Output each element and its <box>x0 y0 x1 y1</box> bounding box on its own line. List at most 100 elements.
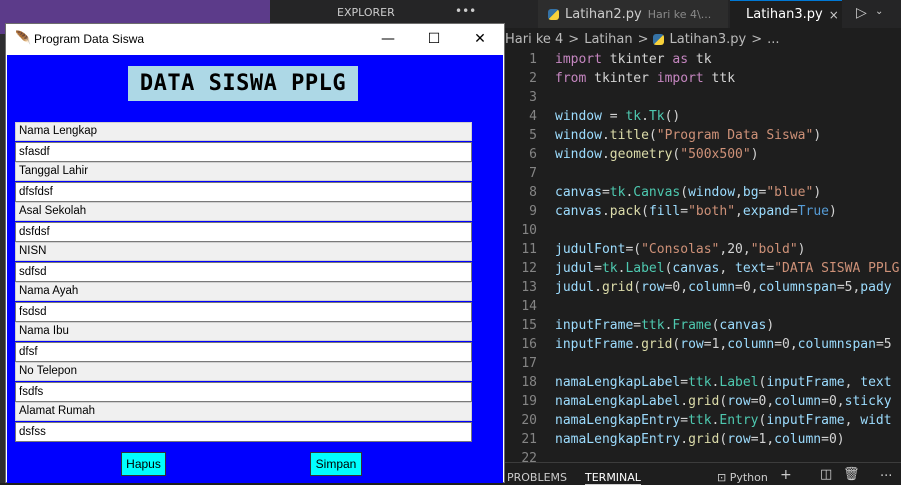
code-token: 5 <box>883 337 892 352</box>
code-token: = <box>633 318 642 333</box>
code-token: 0 <box>782 337 790 352</box>
simpan-button[interactable]: Simpan <box>310 452 362 476</box>
code-token: = <box>680 204 689 219</box>
code-line[interactable]: 5 window.title("Program Data Siswa") <box>505 126 901 145</box>
nama-lengkap-label: Nama Lengkap <box>15 122 472 141</box>
code-line[interactable]: 6 window.geometry("500x500") <box>505 145 901 164</box>
minimize-icon: — <box>381 31 395 47</box>
code-token: tk <box>601 261 618 276</box>
code-line[interactable]: 11 judulFont=("Consolas",20,"bold") <box>505 240 901 259</box>
code-line[interactable]: 7 <box>505 164 901 183</box>
code-line[interactable]: 21 namaLengkapEntry.grid(row=1,column=0) <box>505 430 901 449</box>
code-token: grid <box>601 280 634 295</box>
breadcrumb-item[interactable]: Hari ke 4 <box>505 32 563 47</box>
window-titlebar[interactable]: 🪶 Program Data Siswa — ☐ ✕ <box>6 24 504 54</box>
no-telepon-label: No Telepon <box>15 362 472 381</box>
code-line[interactable]: 17 <box>505 354 901 373</box>
run-icon[interactable]: ▷ <box>856 5 867 21</box>
code-token: = <box>594 261 602 276</box>
code-line[interactable]: 13 judul.grid(row=0,column=0,columnspan=5… <box>505 278 901 297</box>
code-token: inputFrame <box>555 337 634 352</box>
code-line[interactable]: 19 namaLengkapLabel.grid(row=0,column=0,s… <box>505 392 901 411</box>
code-line[interactable]: 2 from tkinter import ttk <box>505 69 901 88</box>
code-line[interactable]: 1 import tkinter as tk <box>505 50 901 69</box>
code-line[interactable]: 18 namaLengkapLabel=ttk.Label(inputFrame,… <box>505 373 901 392</box>
code-line[interactable]: 10 <box>505 221 901 240</box>
code-token: judul <box>555 261 595 276</box>
code-token: column <box>727 337 775 352</box>
chevron-down-icon[interactable]: ⌄ <box>875 6 883 17</box>
nama-ayah-entry[interactable]: fsdsd <box>15 302 472 322</box>
code-token: text <box>735 261 767 276</box>
no-telepon-entry[interactable]: fsdfs <box>15 382 472 402</box>
code-token: , <box>766 394 775 409</box>
code-token: row <box>641 280 665 295</box>
code-line[interactable]: 9 canvas.pack(fill="both",expand=True) <box>505 202 901 221</box>
line-number: 11 <box>521 242 537 257</box>
tab-problems[interactable]: PROBLEMS <box>507 471 567 484</box>
plus-icon[interactable]: + <box>780 467 792 483</box>
code-token: , <box>836 394 845 409</box>
code-token: namaLengkapLabel <box>555 375 681 390</box>
tab-latihan2[interactable]: Latihan2.py Hari ke 4\... <box>538 0 728 28</box>
nama-ibu-entry[interactable]: dfsf <box>15 342 472 362</box>
code-token: = <box>836 280 845 295</box>
code-token: Frame <box>672 318 712 333</box>
nama-ayah-label: Nama Ayah <box>15 282 472 301</box>
close-icon: ✕ <box>474 31 486 47</box>
code-token: Label <box>625 261 665 276</box>
code-token: tkinter <box>601 52 673 67</box>
breadcrumb-item[interactable]: ... <box>767 32 779 47</box>
line-number: 7 <box>529 166 537 181</box>
nama-lengkap-entry[interactable]: sfasdf <box>15 142 472 162</box>
code-text: judul.grid(row=0,column=0,columnspan=5,p… <box>555 278 892 297</box>
code-token: . <box>601 204 610 219</box>
breadcrumb-item[interactable]: Latihan <box>584 32 632 47</box>
trash-icon[interactable]: 🗑 <box>843 467 860 482</box>
code-line[interactable]: 16 inputFrame.grid(row=1,column=0,columns… <box>505 335 901 354</box>
code-token: = <box>821 394 829 409</box>
code-text: judulFont=("Consolas",20,"bold") <box>555 240 806 259</box>
close-icon[interactable]: × <box>829 8 839 22</box>
tanggal-lahir-entry[interactable]: dfsfdsf <box>15 182 472 202</box>
code-text: window = tk.Tk() <box>555 107 680 126</box>
code-line[interactable]: 12 judul=tk.Label(canvas, text="DATA SISW… <box>505 259 901 278</box>
code-editor[interactable]: 1 import tkinter as tk 2 from tkinter impor… <box>505 50 901 466</box>
code-token: ) <box>766 318 775 333</box>
asal-sekolah-label: Asal Sekolah <box>15 202 472 221</box>
asal-sekolah-entry[interactable]: dsfdsf <box>15 222 472 242</box>
more-icon[interactable]: ... <box>880 465 892 480</box>
hapus-button[interactable]: Hapus <box>121 452 166 476</box>
maximize-button[interactable]: ☐ <box>411 24 457 54</box>
close-button[interactable]: ✕ <box>457 24 503 54</box>
code-token: ) <box>836 432 845 447</box>
code-token: inputFrame <box>766 375 845 390</box>
code-line[interactable]: 20 namaLengkapEntry=ttk.Entry(inputFrame,… <box>505 411 901 430</box>
code-line[interactable]: 3 <box>505 88 901 107</box>
explorer-more-button[interactable]: ••• <box>455 4 476 18</box>
breadcrumb-separator: > <box>751 32 763 47</box>
code-token: window <box>555 147 602 162</box>
code-line[interactable]: 4 window = tk.Tk() <box>505 107 901 126</box>
terminal-python-selector[interactable]: ⊡ Python <box>717 471 768 484</box>
line-number: 3 <box>529 90 537 105</box>
split-icon[interactable]: ◫ <box>820 467 832 482</box>
code-token: , <box>766 432 775 447</box>
breadcrumb-item[interactable]: Latihan3.py <box>669 32 746 47</box>
code-text: namaLengkapLabel=ttk.Label(inputFrame, t… <box>555 373 892 392</box>
alamat-rumah-entry[interactable]: dsfss <box>15 422 472 442</box>
nisn-entry[interactable]: sdfsd <box>15 262 472 282</box>
code-line[interactable]: 15 inputFrame=ttk.Frame(canvas) <box>505 316 901 335</box>
code-token: () <box>664 109 681 124</box>
tab-latihan3[interactable]: Latihan3.py × <box>730 0 842 28</box>
minimize-button[interactable]: — <box>365 24 411 54</box>
code-line[interactable]: 8 canvas=tk.Canvas(window,bg="blue") <box>505 183 901 202</box>
code-line[interactable]: 14 <box>505 297 901 316</box>
code-token: , <box>844 375 861 390</box>
feather-icon: 🪶 <box>15 31 32 46</box>
code-token: window <box>555 128 602 143</box>
code-token: True <box>797 204 829 219</box>
code-text: canvas=tk.Canvas(window,bg="blue") <box>555 183 821 202</box>
explorer-label[interactable]: EXPLORER <box>337 6 395 19</box>
code-token: "Consolas" <box>641 242 720 257</box>
